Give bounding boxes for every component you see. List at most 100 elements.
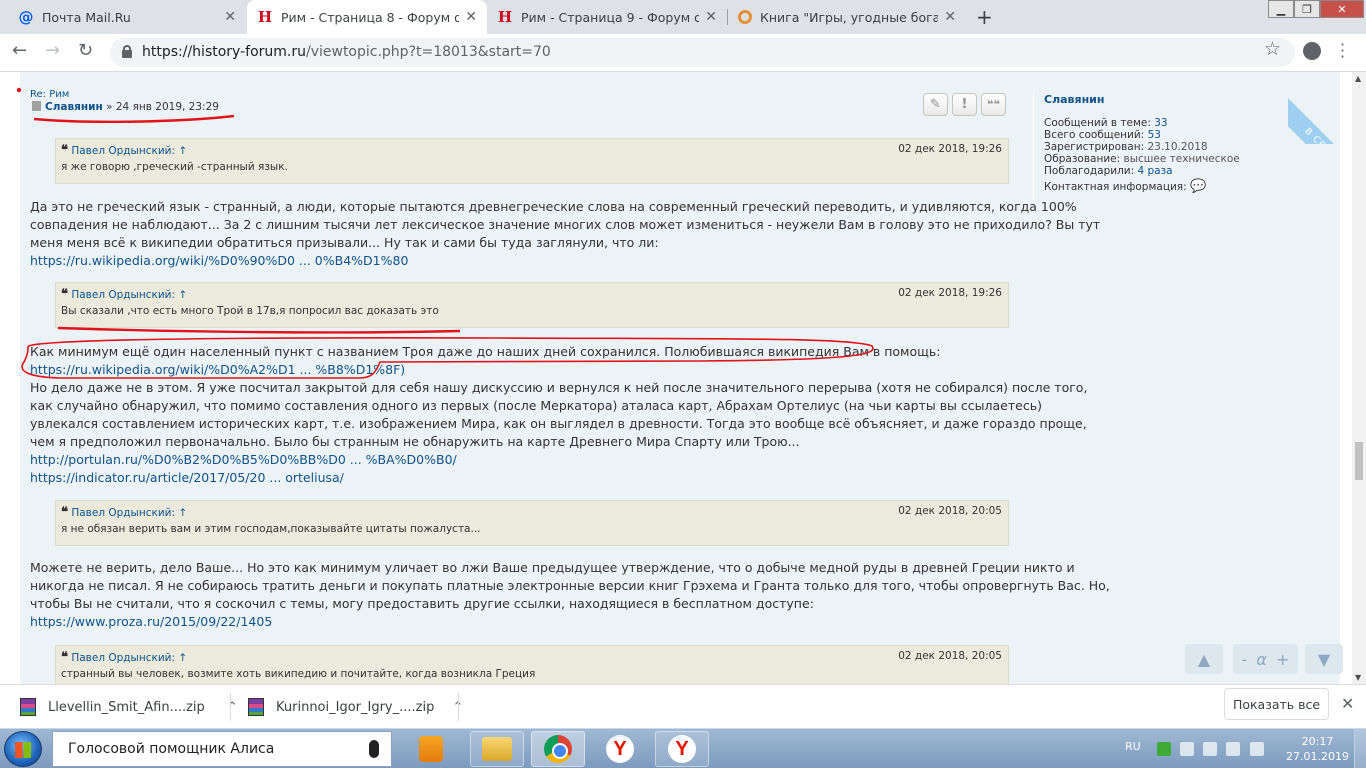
- address-bar[interactable]: https://history-forum.ru/viewtopic.php?t…: [110, 38, 1295, 67]
- post-text-line: увлекался составлением исторических карт…: [30, 416, 1087, 431]
- new-tab-button[interactable]: +: [976, 5, 993, 29]
- quote-icon: ❝❝: [987, 98, 1000, 111]
- minimize-window-button[interactable]: ▁: [1268, 0, 1294, 18]
- tab-close-icon[interactable]: ✕: [224, 9, 236, 25]
- show-all-downloads-button[interactable]: Показать все: [1224, 688, 1329, 720]
- wikipedia-link[interactable]: https://ru.wikipedia.org/wiki/%D0%90%D0 …: [30, 252, 1100, 270]
- page-viewport: В СЕТИ Re: Рим Славянин » 24 янв 2019, 2…: [0, 72, 1352, 684]
- taskbar-chrome[interactable]: [531, 731, 585, 767]
- windows-taskbar: Голосовой помощник Алиса Y Y RU 20:17 27…: [0, 728, 1366, 768]
- quote-author[interactable]: Павел Ордынский:: [71, 145, 175, 157]
- proza-link[interactable]: https://www.proza.ru/2015/09/22/1405: [30, 613, 1110, 631]
- contact-bubble-icon[interactable]: 💬: [1190, 179, 1206, 194]
- bookmark-star-icon[interactable]: ☆: [1264, 38, 1281, 60]
- show-desktop-button[interactable]: [1354, 729, 1366, 768]
- font-size-controls: - α +: [1233, 644, 1298, 674]
- tray-volume-icon[interactable]: [1226, 742, 1240, 756]
- post-author-name[interactable]: Славянин: [45, 101, 103, 113]
- download-separator: [458, 693, 459, 721]
- tab-rim-page-9[interactable]: H Рим - Страница 9 - Форум об ис ✕: [487, 0, 727, 34]
- tab-title: Почта Mail.Ru: [42, 9, 131, 25]
- scroll-up-button[interactable]: ▲: [1185, 644, 1223, 674]
- quote-post-button[interactable]: ❝❝: [981, 93, 1006, 116]
- close-icon[interactable]: ✕: [1341, 694, 1354, 713]
- microphone-icon[interactable]: [369, 740, 379, 758]
- post-subject[interactable]: Re: Рим: [30, 89, 69, 100]
- ring-icon: [738, 10, 752, 24]
- history-forum-hf-icon: H: [497, 8, 513, 26]
- post-file-icon[interactable]: [32, 101, 41, 111]
- quote-author[interactable]: Павел Ордынский:: [71, 507, 175, 519]
- profile-label: Всего сообщений:: [1044, 129, 1145, 141]
- close-window-button[interactable]: ✕: [1320, 0, 1364, 18]
- post-paragraph: Как минимум ещё один населенный пункт с …: [30, 343, 1087, 487]
- tray-device-icon[interactable]: [1180, 742, 1194, 756]
- portulan-link[interactable]: http://portulan.ru/%D0%B2%D0%B5%D0%BB%D0…: [30, 451, 1087, 469]
- browser-menu-icon[interactable]: · · ·: [1340, 37, 1345, 65]
- tab-mailru[interactable]: @ Почта Mail.Ru ✕: [8, 0, 246, 34]
- download-item[interactable]: Kurinnoi_Igor_Igry_....zip ⌃: [248, 685, 463, 729]
- post-text-line: как случайно обнаружил, что помимо соста…: [30, 398, 1042, 413]
- post-paragraph: Можете не верить, дело Ваше... Но это ка…: [30, 559, 1110, 631]
- reload-icon[interactable]: ↻: [78, 40, 93, 61]
- profile-education: высшее техническое: [1123, 153, 1240, 165]
- profile-total-posts[interactable]: 53: [1148, 129, 1161, 141]
- indicator-link[interactable]: https://indicator.ru/article/2017/05/20 …: [30, 469, 1087, 487]
- quote-jump-arrow-icon[interactable]: ↑: [178, 289, 187, 301]
- download-item[interactable]: Llevellin_Smit_Afin....zip ⌃: [20, 685, 238, 729]
- download-filename: Llevellin_Smit_Afin....zip: [48, 699, 205, 715]
- back-arrow-icon[interactable]: ←: [12, 40, 27, 61]
- browser-toolbar: ← → ↻ https://history-forum.ru/viewtopic…: [0, 34, 1366, 72]
- quote-jump-arrow-icon[interactable]: ↑: [178, 145, 187, 157]
- restore-window-button[interactable]: ❐: [1294, 0, 1320, 18]
- scroll-down-button[interactable]: ▼: [1305, 644, 1343, 674]
- taskbar-clock[interactable]: 20:17 27.01.2019: [1286, 734, 1349, 764]
- taskbar-explorer[interactable]: [470, 731, 524, 767]
- forward-arrow-icon[interactable]: →: [45, 40, 60, 61]
- profile-thanked[interactable]: 4 раза: [1137, 165, 1172, 177]
- exclamation-icon: !: [961, 97, 968, 112]
- quote-block: ❝ Павел Ордынский: ↑ 02 дек 2018, 19:26 …: [55, 282, 1009, 328]
- winrar-archive-icon: [20, 698, 36, 716]
- post-text-line: чем я предположил первоначально. Было бы…: [30, 434, 800, 449]
- wikipedia-link[interactable]: https://ru.wikipedia.org/wiki/%D0%A2%D1 …: [30, 361, 1087, 379]
- taskbar-yandex-browser[interactable]: Y: [655, 731, 709, 767]
- page-scrollbar[interactable]: ▲ ▼: [1352, 72, 1366, 684]
- quote-jump-arrow-icon[interactable]: ↑: [178, 507, 187, 519]
- scroll-down-arrow-icon[interactable]: ▼: [1355, 673, 1361, 682]
- history-forum-hf-icon: H: [257, 8, 273, 26]
- font-decrease-button[interactable]: -: [1242, 650, 1248, 669]
- tab-close-icon[interactable]: ✕: [465, 9, 477, 25]
- scroll-up-arrow-icon[interactable]: ▲: [1355, 74, 1361, 83]
- tab-rim-page-8[interactable]: H Рим - Страница 8 - Форум об ис ✕: [247, 0, 487, 34]
- font-reset-button[interactable]: α: [1256, 650, 1267, 669]
- tray-green-check-icon[interactable]: [1157, 742, 1171, 756]
- folder-icon: [482, 737, 512, 761]
- quote-jump-arrow-icon[interactable]: ↑: [178, 652, 187, 664]
- url-text[interactable]: https://history-forum.ru/viewtopic.php?t…: [142, 44, 551, 60]
- profile-name[interactable]: Славянин: [1044, 93, 1323, 106]
- scrollbar-thumb[interactable]: [1355, 442, 1363, 480]
- tray-monitor-icon[interactable]: [1250, 742, 1264, 756]
- chevron-up-icon[interactable]: ⌃: [227, 700, 238, 715]
- quote-block: ❝ Павел Ордынский: ↑ 02 дек 2018, 19:26 …: [55, 138, 1009, 184]
- quote-author[interactable]: Павел Ордынский:: [71, 652, 175, 664]
- alice-voice-assistant-search[interactable]: Голосовой помощник Алиса: [52, 731, 392, 767]
- start-button[interactable]: [4, 731, 42, 767]
- post-text-line: Как минимум ещё один населенный пункт с …: [30, 344, 941, 359]
- taskbar-yandex[interactable]: Y: [593, 731, 647, 767]
- quote-author[interactable]: Павел Ордынский:: [71, 289, 175, 301]
- report-post-button[interactable]: !: [952, 93, 977, 116]
- tab-close-icon[interactable]: ✕: [944, 9, 956, 25]
- edit-post-button[interactable]: ✎: [923, 93, 948, 116]
- account-avatar-icon[interactable]: [1303, 42, 1321, 60]
- font-increase-button[interactable]: +: [1276, 650, 1289, 669]
- taskbar-media-player[interactable]: [404, 731, 458, 767]
- post-paragraph: Да это не греческий язык - странный, а л…: [30, 198, 1100, 270]
- tab-close-icon[interactable]: ✕: [705, 9, 717, 25]
- down-arrow-icon: ▼: [1317, 649, 1331, 669]
- tab-book-games[interactable]: Книга "Игры, угодные богам" - ✕: [728, 0, 966, 34]
- profile-posts-in-topic[interactable]: 33: [1154, 117, 1167, 129]
- tray-network-signal-icon[interactable]: [1203, 742, 1217, 756]
- language-indicator[interactable]: RU: [1125, 740, 1141, 753]
